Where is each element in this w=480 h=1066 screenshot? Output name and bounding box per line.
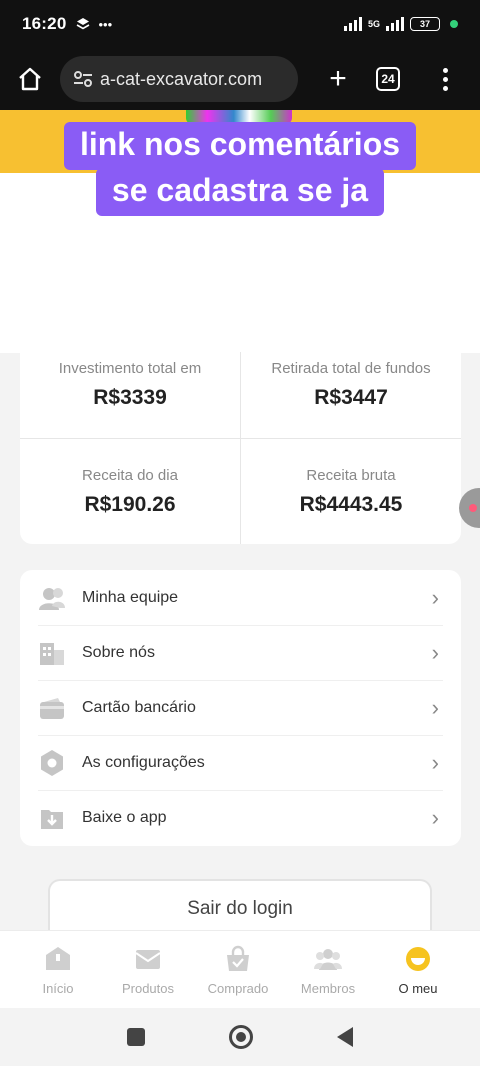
- recents-button[interactable]: [127, 1028, 145, 1046]
- browser-home-button[interactable]: [12, 61, 48, 97]
- tab-products[interactable]: Produtos: [103, 931, 193, 1008]
- stats-card: Investimento total em R$3339 Retirada to…: [20, 352, 461, 544]
- tab-profile[interactable]: O meu: [373, 931, 463, 1008]
- chevron-right-icon: ›: [431, 639, 439, 665]
- bag-icon: [227, 945, 249, 971]
- privacy-dot-icon: [450, 20, 458, 28]
- caption-line-1: link nos comentários: [63, 122, 417, 171]
- stat-label: Receita bruta: [306, 467, 396, 484]
- stat-label: Receita do dia: [82, 467, 178, 484]
- menu-item-team[interactable]: Minha equipe ›: [20, 570, 461, 625]
- menu-item-about[interactable]: Sobre nós ›: [20, 625, 461, 680]
- layers-icon: [77, 18, 90, 30]
- team-icon: [38, 584, 66, 612]
- status-notifications: •••: [76, 17, 112, 32]
- tab-count: 24: [381, 72, 395, 86]
- battery-level: 37: [419, 19, 430, 29]
- home-icon: [19, 67, 41, 91]
- back-button[interactable]: [337, 1027, 353, 1047]
- download-icon: [38, 804, 66, 832]
- hexagon-settings-icon: [38, 749, 66, 777]
- stat-value: R$3447: [314, 386, 388, 409]
- home-icon: [46, 947, 70, 970]
- tab-label: Início: [42, 981, 74, 996]
- address-bar[interactable]: a-cat-excavator.com: [60, 56, 298, 102]
- members-icon: [314, 949, 342, 970]
- status-bar: 16:20 ••• 5G 37: [0, 0, 480, 48]
- network-type: 5G: [367, 19, 380, 29]
- envelope-icon: [135, 950, 161, 969]
- stat-label: Investimento total em: [58, 360, 202, 377]
- building-icon: [38, 639, 66, 667]
- chevron-right-icon: ›: [431, 584, 439, 610]
- url-text: a-cat-excavator.com: [100, 68, 263, 89]
- tab-home[interactable]: Início: [13, 931, 103, 1008]
- tab-purchased[interactable]: Comprado: [193, 931, 283, 1008]
- stat-label: Retirada total de fundos: [271, 360, 431, 377]
- menu-card: Minha equipe › Sobre nós › Cartão bancár…: [20, 570, 461, 846]
- bottom-tab-bar: Início Produtos Comprado Membros O meu: [0, 930, 480, 1008]
- chevron-right-icon: ›: [431, 804, 439, 830]
- caption-line-2: se cadastra se ja: [95, 168, 385, 217]
- tab-label: Produtos: [121, 981, 175, 996]
- menu-item-label: As configurações: [82, 753, 205, 771]
- battery-icon: 37: [410, 17, 440, 31]
- stat-value: R$3339: [93, 386, 167, 409]
- tab-label: O meu: [398, 981, 438, 996]
- tab-members[interactable]: Membros: [283, 931, 373, 1008]
- signal-icon: [343, 17, 362, 31]
- wallet-icon: [38, 694, 66, 722]
- chevron-right-icon: ›: [431, 694, 439, 720]
- stat-value: R$4443.45: [299, 493, 403, 516]
- menu-item-download-app[interactable]: Baixe o app ›: [20, 790, 461, 845]
- more-dots-icon: •••: [98, 16, 113, 32]
- menu-item-label: Cartão bancário: [82, 698, 196, 716]
- browser-toolbar: a-cat-excavator.com + 24: [0, 48, 480, 110]
- status-right: 5G 37: [343, 17, 458, 31]
- status-time: 16:20: [22, 14, 67, 33]
- site-settings-icon[interactable]: [72, 68, 94, 90]
- browser-menu-button[interactable]: [440, 67, 450, 91]
- tab-label: Membros: [300, 981, 356, 996]
- signal-icon-2: [386, 17, 404, 31]
- video-caption-overlay: link nos comentários se cadastra se ja: [0, 122, 480, 217]
- floating-assistant-button[interactable]: [459, 488, 480, 528]
- menu-item-settings[interactable]: As configurações ›: [20, 735, 461, 790]
- smile-icon: [406, 947, 430, 971]
- stat-daily-income: Receita do dia R$190.26: [20, 467, 240, 517]
- stat-total-withdrawal: Retirada total de fundos R$3447: [241, 360, 461, 410]
- stat-total-investment: Investimento total em R$3339: [20, 360, 240, 410]
- menu-item-label: Baixe o app: [82, 808, 167, 826]
- new-tab-button[interactable]: +: [320, 61, 356, 97]
- menu-item-bank-card[interactable]: Cartão bancário ›: [20, 680, 461, 735]
- stat-gross-income: Receita bruta R$4443.45: [241, 467, 461, 517]
- home-button[interactable]: [229, 1025, 253, 1049]
- chevron-right-icon: ›: [431, 749, 439, 775]
- stat-value: R$190.26: [84, 493, 176, 516]
- tab-switcher-button[interactable]: 24: [376, 67, 400, 91]
- tab-label: Comprado: [207, 981, 269, 996]
- stats-divider-horizontal: [20, 438, 461, 439]
- menu-item-label: Minha equipe: [82, 588, 179, 606]
- menu-item-label: Sobre nós: [82, 643, 155, 661]
- system-nav-bar: [0, 1008, 480, 1066]
